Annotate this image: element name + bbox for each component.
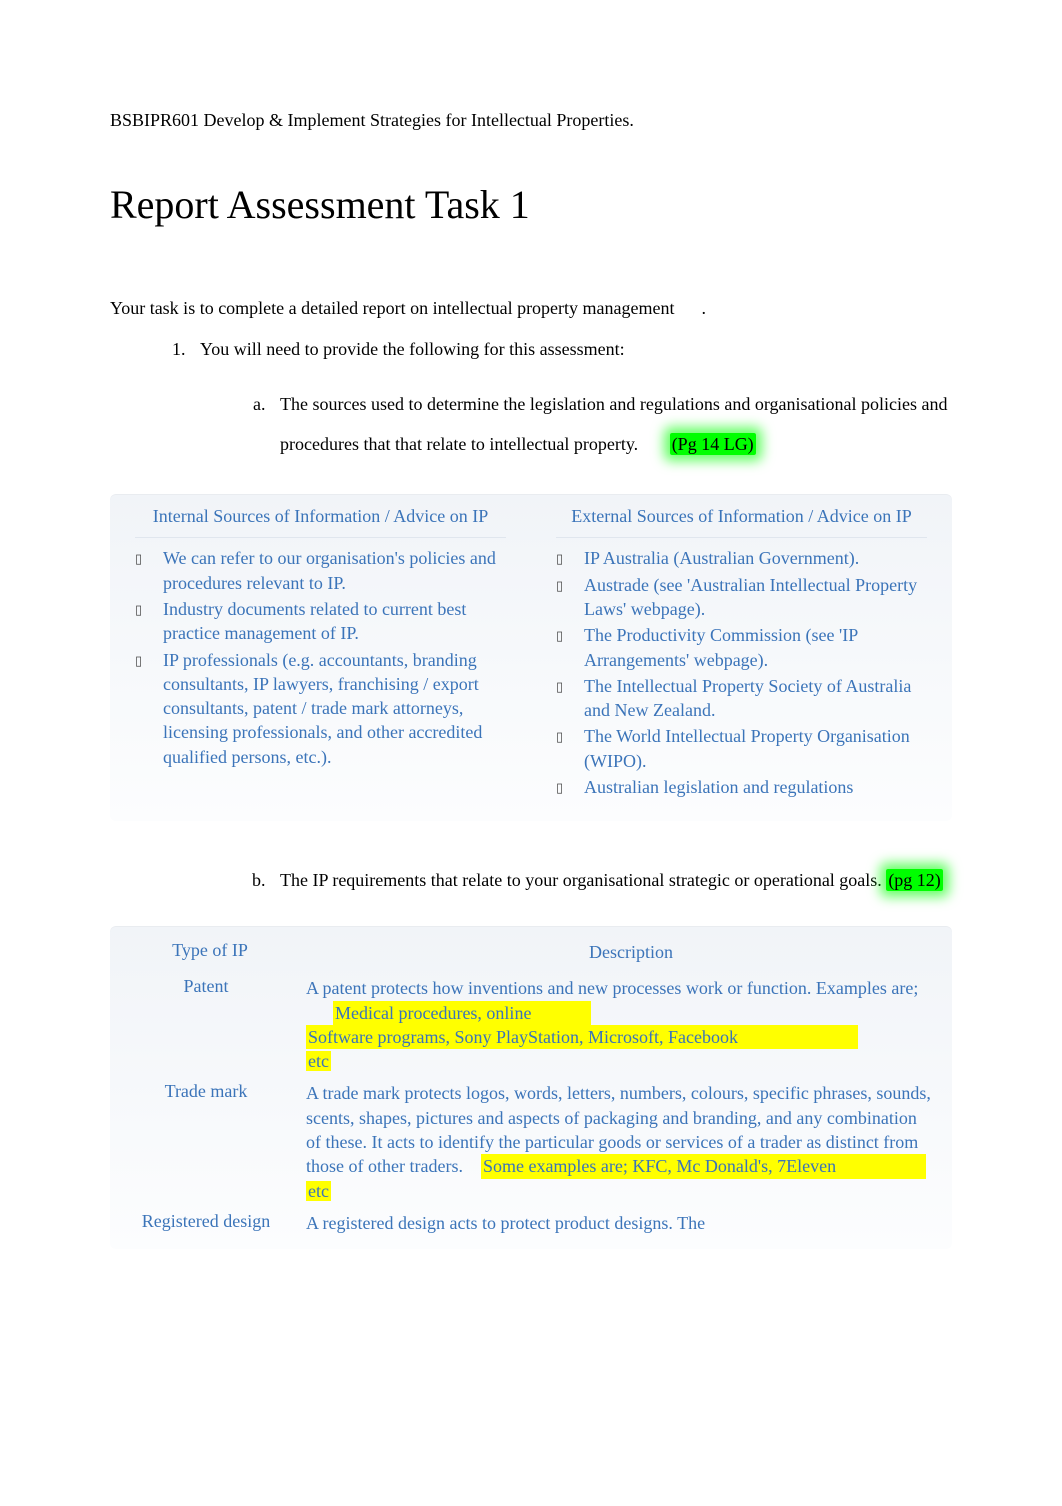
list-item: ▯Industry documents related to current b… bbox=[135, 597, 506, 646]
intro-prefix: Your task is to complete a detailed repo… bbox=[110, 298, 675, 318]
external-sources-list: ▯IP Australia (Australian Government). ▯… bbox=[556, 546, 927, 799]
internal-sources-column: Internal Sources of Information / Advice… bbox=[110, 504, 531, 801]
table-row: Registered design A registered design ac… bbox=[110, 1207, 952, 1239]
internal-sources-list: ▯We can refer to our organisation's poli… bbox=[135, 546, 506, 769]
desc-text: A registered design acts to protect prod… bbox=[306, 1213, 705, 1233]
bullet-icon: ▯ bbox=[556, 546, 584, 568]
list-item-1-text: You will need to provide the following f… bbox=[200, 339, 625, 359]
desc-highlight: Medical procedures, online bbox=[333, 1001, 591, 1025]
cell-type: Patent bbox=[110, 972, 302, 1077]
list-item: ▯The World Intellectual Property Organis… bbox=[556, 724, 927, 773]
cell-description: A registered design acts to protect prod… bbox=[302, 1207, 952, 1239]
item-a-highlight: (Pg 14 LG) bbox=[670, 433, 756, 455]
cell-description: A patent protects how inventions and new… bbox=[302, 972, 952, 1077]
cell-type: Trade mark bbox=[110, 1077, 302, 1206]
desc-highlight-end: etc bbox=[306, 1051, 331, 1071]
course-code-header: BSBIPR601 Develop & Implement Strategies… bbox=[110, 110, 952, 131]
list-item-1: You will need to provide the following f… bbox=[190, 339, 952, 464]
list-item-text: The Intellectual Property Society of Aus… bbox=[584, 674, 927, 723]
bullet-icon: ▯ bbox=[556, 724, 584, 746]
list-item: ▯IP Australia (Australian Government). bbox=[556, 546, 927, 570]
list-item: ▯Australian legislation and regulations bbox=[556, 775, 927, 799]
desc-highlight-end: etc bbox=[306, 1181, 331, 1201]
table-header-row: Type of IP Description bbox=[110, 934, 952, 972]
external-sources-header: External Sources of Information / Advice… bbox=[556, 504, 927, 538]
header-description: Description bbox=[310, 934, 952, 972]
bullet-icon: ▯ bbox=[135, 597, 163, 619]
list-item-text: Industry documents related to current be… bbox=[163, 597, 506, 646]
desc-highlight: Some examples are; KFC, Mc Donald's, 7El… bbox=[481, 1154, 926, 1178]
list-item-text: IP professionals (e.g. accountants, bran… bbox=[163, 648, 506, 769]
list-item-text: The Productivity Commission (see 'IP Arr… bbox=[584, 623, 927, 672]
list-item-a: The sources used to determine the legisl… bbox=[270, 385, 952, 464]
list-item-continued: The IP requirements that relate to your … bbox=[190, 861, 952, 901]
list-item-text: Australian legislation and regulations bbox=[584, 775, 927, 799]
item-b-text: The IP requirements that relate to your … bbox=[280, 870, 886, 890]
table-row: Patent A patent protects how inventions … bbox=[110, 972, 952, 1077]
alpha-list: The sources used to determine the legisl… bbox=[200, 385, 952, 464]
table-row: Trade mark A trade mark protects logos, … bbox=[110, 1077, 952, 1206]
list-item: ▯We can refer to our organisation's poli… bbox=[135, 546, 506, 595]
list-item-text: IP Australia (Australian Government). bbox=[584, 546, 927, 570]
bullet-icon: ▯ bbox=[135, 546, 163, 568]
intro-text: Your task is to complete a detailed repo… bbox=[110, 298, 952, 319]
document-page: BSBIPR601 Develop & Implement Strategies… bbox=[0, 0, 1062, 1309]
bullet-icon: ▯ bbox=[556, 573, 584, 595]
item-b-highlight: (pg 12) bbox=[886, 869, 943, 891]
page-title: Report Assessment Task 1 bbox=[110, 181, 952, 228]
list-item: ▯The Productivity Commission (see 'IP Ar… bbox=[556, 623, 927, 672]
internal-sources-header: Internal Sources of Information / Advice… bbox=[135, 504, 506, 538]
sources-two-column: Internal Sources of Information / Advice… bbox=[110, 494, 952, 821]
bullet-icon: ▯ bbox=[135, 648, 163, 670]
alpha-list-continued: The IP requirements that relate to your … bbox=[200, 861, 952, 901]
list-item: ▯IP professionals (e.g. accountants, bra… bbox=[135, 648, 506, 769]
list-item-text: We can refer to our organisation's polic… bbox=[163, 546, 506, 595]
intro-suffix: . bbox=[702, 298, 707, 318]
list-item-b: The IP requirements that relate to your … bbox=[270, 861, 952, 901]
numbered-list: You will need to provide the following f… bbox=[110, 339, 952, 464]
cell-type: Registered design bbox=[110, 1207, 302, 1239]
item-a-text: The sources used to determine the legisl… bbox=[280, 394, 948, 454]
bullet-icon: ▯ bbox=[556, 623, 584, 645]
bullet-icon: ▯ bbox=[556, 674, 584, 696]
external-sources-column: External Sources of Information / Advice… bbox=[531, 504, 952, 801]
cell-description: A trade mark protects logos, words, lett… bbox=[302, 1077, 952, 1206]
list-item-text: The World Intellectual Property Organisa… bbox=[584, 724, 927, 773]
desc-text: A patent protects how inventions and new… bbox=[306, 978, 918, 998]
list-item: ▯Austrade (see 'Australian Intellectual … bbox=[556, 573, 927, 622]
desc-highlight-line: Software programs, Sony PlayStation, Mic… bbox=[306, 1025, 858, 1049]
bullet-icon: ▯ bbox=[556, 775, 584, 797]
numbered-list-continued: The IP requirements that relate to your … bbox=[110, 861, 952, 901]
header-type: Type of IP bbox=[110, 934, 310, 972]
list-item: ▯The Intellectual Property Society of Au… bbox=[556, 674, 927, 723]
list-item-text: Austrade (see 'Australian Intellectual P… bbox=[584, 573, 927, 622]
ip-types-table: Type of IP Description Patent A patent p… bbox=[110, 926, 952, 1249]
